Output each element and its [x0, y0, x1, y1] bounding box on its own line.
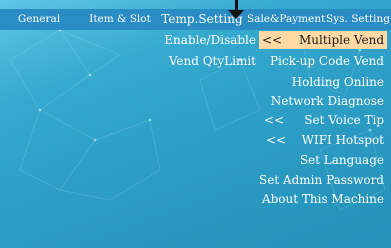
pointer-arrow-icon [228, 10, 244, 19]
menu-item-multiple-vend[interactable]: Multiple Vend [299, 31, 384, 49]
menu-item-holding-online[interactable]: Holding Online [292, 73, 384, 91]
menu-item-network-diagnose[interactable]: Network Diagnose [271, 92, 384, 110]
tab-bar: General Item & Slot Temp.Setting Sale&Pa… [0, 9, 391, 30]
menu-item-set-voice-tip[interactable]: Set Voice Tip [304, 111, 384, 129]
menu-item-set-admin-password[interactable]: Set Admin Password [259, 171, 384, 189]
menu-item-vend-qty-limit[interactable]: Vend QtyLimit [169, 52, 256, 70]
tab-sys-setting[interactable]: Sys. Setting [325, 9, 391, 30]
menu-item-about-this-machine[interactable]: About This Machine [262, 190, 384, 208]
tab-sale-payment[interactable]: Sale&Payment [247, 9, 325, 30]
wifi-hotspot-arrow-icon: << [266, 133, 287, 147]
menu-item-wifi-hotspot[interactable]: WIFI Hotspot [302, 131, 384, 149]
menu-item-set-language[interactable]: Set Language [300, 151, 384, 169]
tab-item-slot[interactable]: Item & Slot [84, 9, 156, 30]
menu-item-pickup-code-vend[interactable]: Pick-up Code Vend [270, 52, 384, 70]
menu-item-enable-disable[interactable]: Enable/Disable [164, 31, 256, 49]
voice-tip-arrow-icon: << [264, 113, 285, 127]
settings-screen: General Item & Slot Temp.Setting Sale&Pa… [0, 0, 391, 248]
tab-general[interactable]: General [0, 9, 78, 30]
selection-arrow-icon: << [262, 33, 283, 47]
pointer-stem [235, 0, 238, 10]
